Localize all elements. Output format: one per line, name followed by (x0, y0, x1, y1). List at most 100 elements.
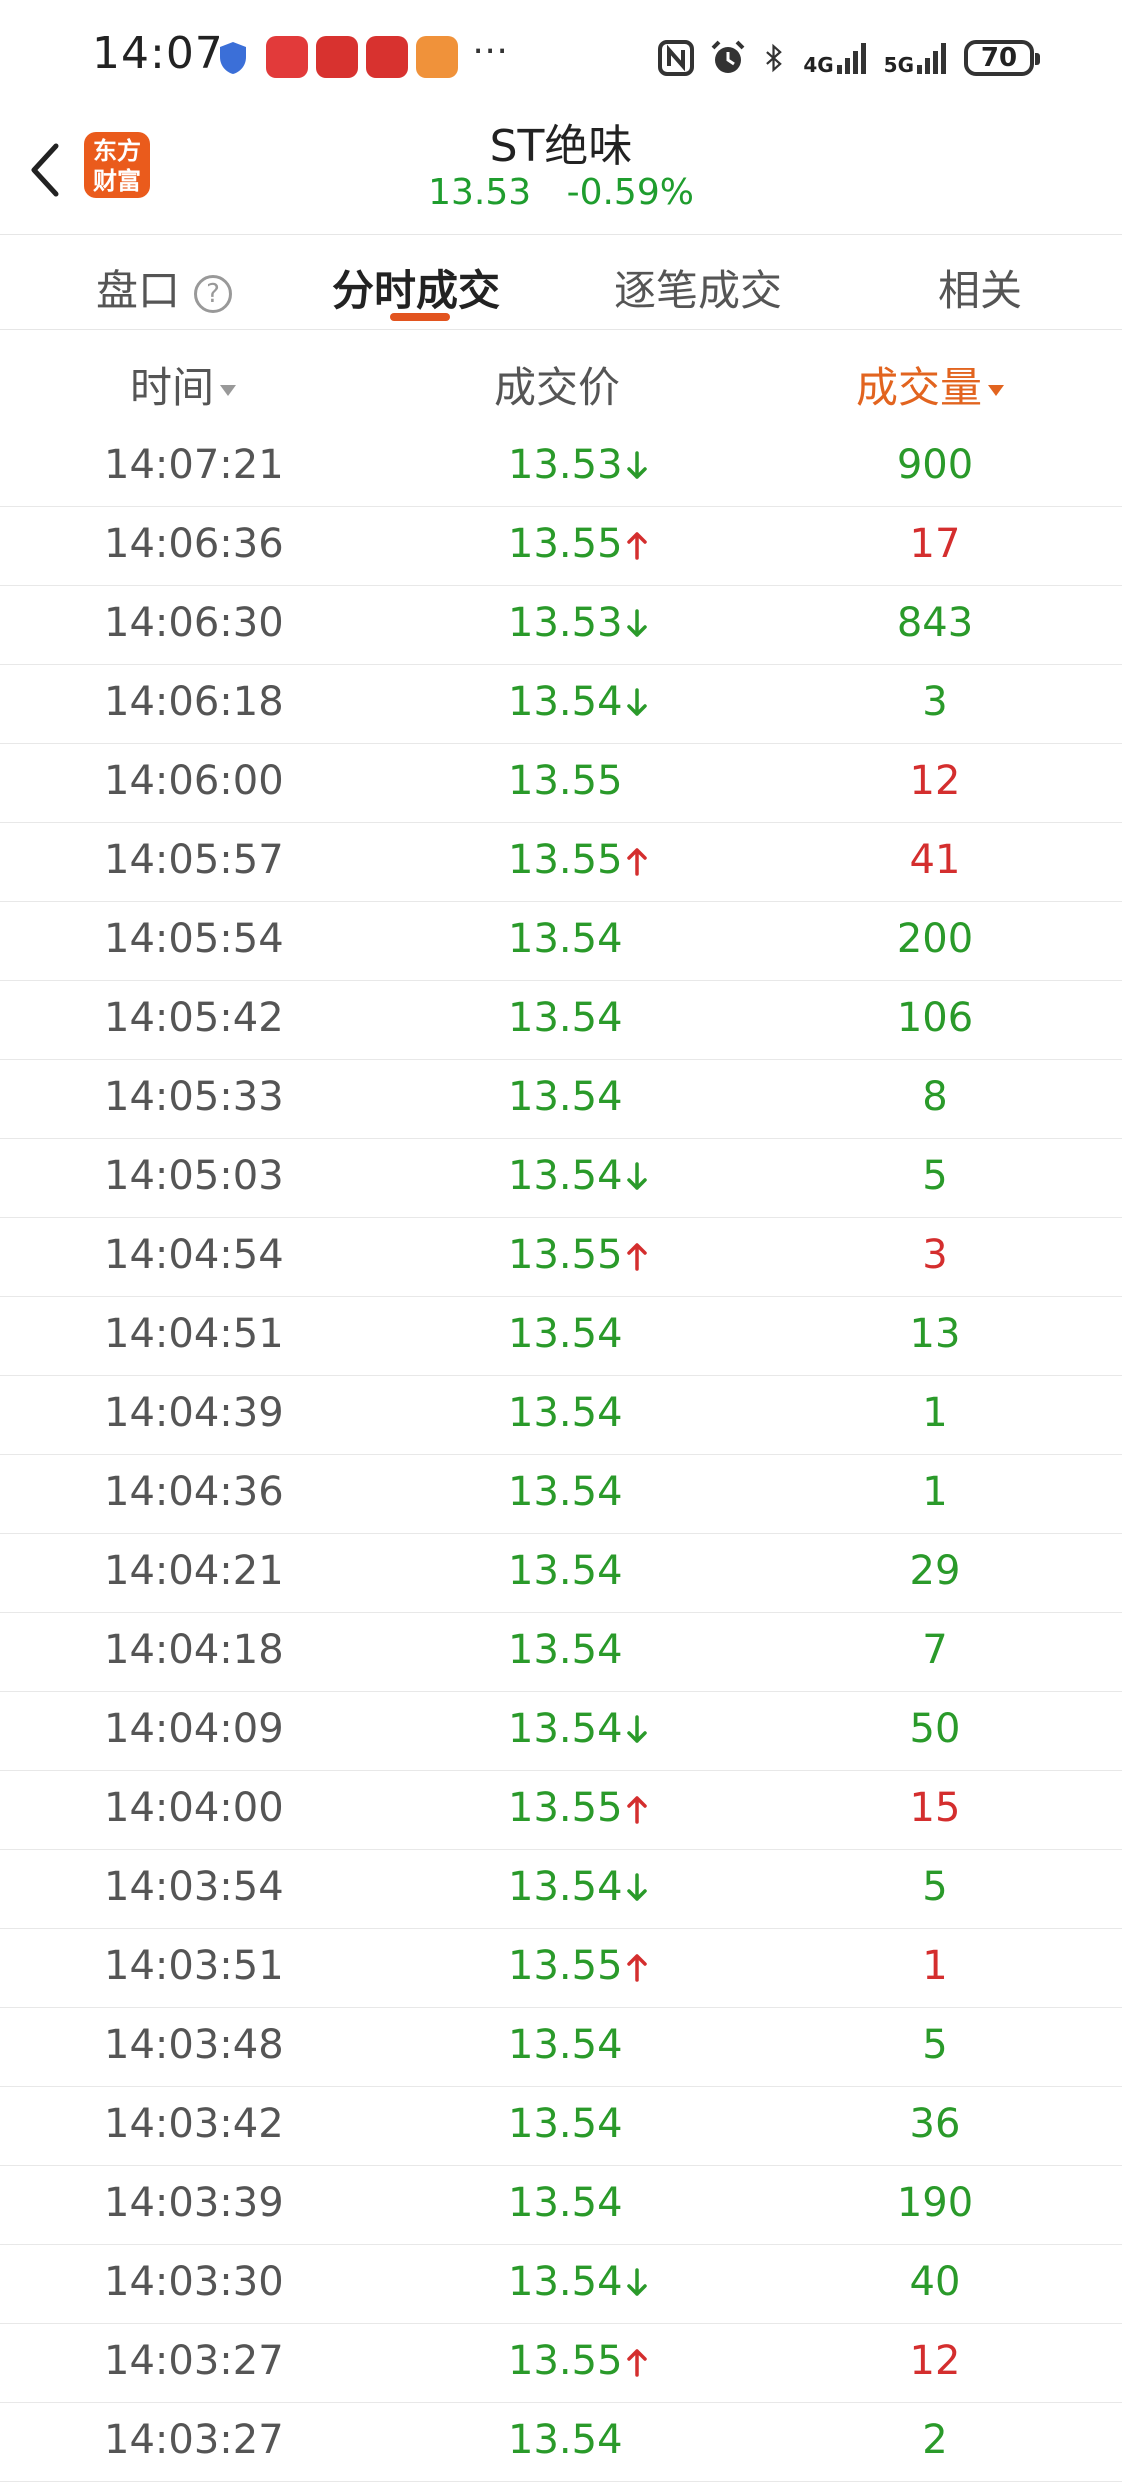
network-4g-label: 4G (803, 53, 834, 77)
trade-time: 14:04:36 (104, 1469, 284, 1515)
help-icon[interactable]: ? (194, 274, 233, 313)
trade-volume: 50 (909, 1706, 961, 1752)
trade-volume: 3 (922, 1232, 948, 1278)
trade-price-cell: 13.53 (508, 600, 649, 646)
arrow-up-icon (626, 1954, 647, 1982)
arrow-down-icon (626, 1162, 647, 1190)
trade-price: 13.55 (508, 1232, 623, 1278)
trade-volume: 106 (896, 995, 974, 1041)
trade-price-cell: 13.54 (508, 1864, 649, 1910)
trade-price-cell: 13.55 (508, 2338, 649, 2384)
tab-related[interactable]: 相关 (938, 257, 1022, 318)
table-row: 14:05:57 13.55 41 (0, 823, 1122, 902)
trade-time: 14:04:54 (104, 1232, 284, 1278)
table-row: 14:04:51 13.54 13 (0, 1297, 1122, 1376)
trade-volume: 900 (896, 442, 974, 488)
arrow-down-icon (626, 1715, 647, 1743)
trade-time: 14:05:42 (104, 995, 284, 1041)
trade-price: 13.53 (508, 442, 623, 488)
more-notifications-icon: ⋯ (472, 30, 508, 71)
trade-time: 14:04:51 (104, 1311, 284, 1357)
tab-tick-trades[interactable]: 逐笔成交 (614, 257, 782, 318)
trade-price-cell: 13.54 (508, 995, 623, 1041)
trade-time: 14:04:21 (104, 1548, 284, 1594)
tab-time-sharing-trades[interactable]: 分时成交 (332, 257, 500, 318)
column-header-time[interactable]: 时间 (130, 354, 237, 415)
shield-icon (220, 42, 246, 74)
trade-price: 13.55 (508, 1785, 623, 1831)
table-row: 14:06:30 13.53 843 (0, 586, 1122, 665)
tab-label: 逐笔成交 (614, 266, 783, 315)
arrow-down-icon (626, 2268, 647, 2296)
trade-volume: 41 (909, 837, 961, 883)
trade-volume: 36 (909, 2101, 961, 2147)
trade-price: 13.54 (508, 1864, 623, 1910)
trade-price: 13.54 (508, 1074, 623, 1120)
trade-time: 14:05:54 (104, 916, 284, 962)
table-row: 14:05:42 13.54 106 (0, 981, 1122, 1060)
trade-price-cell: 13.54 (508, 1153, 649, 1199)
table-row: 14:04:09 13.54 50 (0, 1692, 1122, 1771)
trade-time: 14:04:00 (104, 1785, 284, 1831)
tab-label: 盘口 (96, 266, 181, 315)
trade-price-cell: 13.54 (508, 679, 649, 725)
trade-price-cell: 13.54 (508, 1074, 623, 1120)
table-row: 14:06:36 13.55 17 (0, 507, 1122, 586)
trade-time: 14:03:27 (104, 2417, 284, 2463)
trade-price: 13.53 (508, 600, 623, 646)
arrow-down-icon (626, 451, 647, 479)
table-row: 14:04:00 13.55 15 (0, 1771, 1122, 1850)
trade-price: 13.54 (508, 2417, 623, 2463)
table-row: 14:03:39 13.54 190 (0, 2166, 1122, 2245)
trade-volume: 5 (922, 2022, 948, 2068)
trade-price-cell: 13.54 (508, 2259, 649, 2305)
trade-volume: 12 (909, 2338, 961, 2384)
trade-price: 13.54 (508, 1706, 623, 1752)
trade-price-cell: 13.54 (508, 1706, 649, 1752)
trade-price: 13.55 (508, 837, 623, 883)
tab-bar: 盘口? 分时成交 逐笔成交 相关 (0, 234, 1122, 330)
trade-price-cell: 13.54 (508, 916, 623, 962)
trade-time: 14:03:30 (104, 2259, 284, 2305)
nfc-icon (658, 40, 695, 76)
battery-level: 70 (980, 43, 1018, 73)
arrow-up-icon (626, 1796, 647, 1824)
trade-price: 13.54 (508, 1627, 623, 1673)
table-row: 14:04:21 13.54 29 (0, 1534, 1122, 1613)
trade-volume: 843 (896, 600, 974, 646)
column-header-volume[interactable]: 成交量 (856, 354, 1005, 415)
trade-price-cell: 13.55 (508, 1943, 649, 1989)
tab-pankou[interactable]: 盘口? (96, 257, 233, 318)
table-row: 14:04:54 13.55 3 (0, 1218, 1122, 1297)
trade-time: 14:07:21 (104, 442, 284, 488)
table-row: 14:03:27 13.55 12 (0, 2324, 1122, 2403)
column-label: 成交量 (856, 363, 983, 412)
trade-time: 14:05:33 (104, 1074, 284, 1120)
table-row: 14:05:54 13.54 200 (0, 902, 1122, 981)
table-row: 14:03:42 13.54 36 (0, 2087, 1122, 2166)
trade-price-cell: 13.55 (508, 521, 649, 567)
trade-volume: 13 (909, 1311, 961, 1357)
trade-time: 14:03:54 (104, 1864, 284, 1910)
trade-price: 13.54 (508, 2180, 623, 2226)
tab-label: 分时成交 (332, 266, 501, 315)
trade-volume: 17 (909, 521, 961, 567)
column-label: 成交价 (494, 363, 621, 412)
signal-icon (836, 43, 866, 74)
table-row: 14:03:30 13.54 40 (0, 2245, 1122, 2324)
table-row: 14:03:27 13.54 2 (0, 2403, 1122, 2482)
trade-time: 14:04:09 (104, 1706, 284, 1752)
trade-volume: 2 (922, 2417, 948, 2463)
trade-price: 13.55 (508, 1943, 623, 1989)
trade-time: 14:04:18 (104, 1627, 284, 1673)
trade-price-cell: 13.54 (508, 2022, 623, 2068)
trade-volume: 40 (909, 2259, 961, 2305)
app-notification-icon (266, 36, 308, 78)
network-5g-label: 5G (883, 53, 914, 77)
arrow-down-icon (626, 609, 647, 637)
trade-price-cell: 13.54 (508, 1390, 623, 1436)
trade-time: 14:03:27 (104, 2338, 284, 2384)
trade-time: 14:06:18 (104, 679, 284, 725)
trade-volume: 1 (922, 1390, 948, 1436)
status-bar: 14:07 ⋯ 4G 5G 70 (0, 0, 1122, 110)
